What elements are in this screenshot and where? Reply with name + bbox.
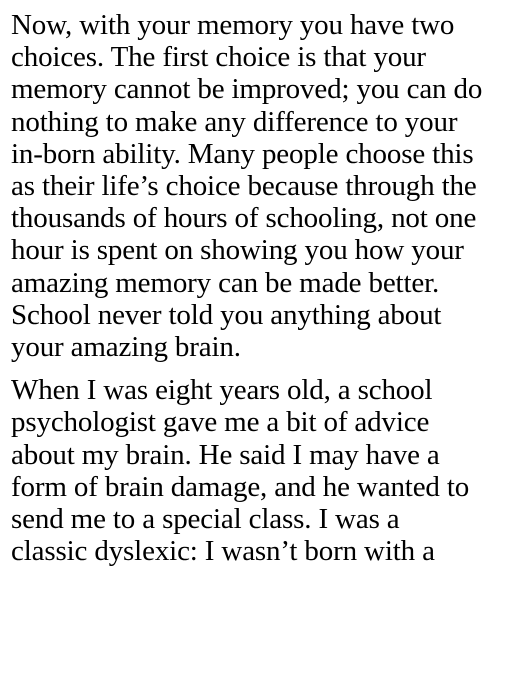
paragraph-memory-choices: Now, with your memory you have two choic… bbox=[11, 9, 519, 363]
text-line: send me to a special class. I was a bbox=[11, 503, 400, 536]
text-line: memory cannot be improved; you can do bbox=[11, 73, 483, 106]
paragraph-childhood-story: When I was eight years old, a school psy… bbox=[11, 374, 519, 567]
text-line: about my brain. He said I may have a bbox=[11, 438, 440, 471]
text-line: thousands of hours of schooling, not one bbox=[11, 202, 477, 235]
text-line: School never told you anything about bbox=[11, 298, 442, 331]
text-line: as their life’s choice because through t… bbox=[11, 170, 477, 203]
document-page: Now, with your memory you have two choic… bbox=[11, 9, 519, 567]
text-line: Now, with your memory you have two bbox=[11, 9, 455, 41]
text-line: amazing memory can be made better. bbox=[11, 266, 440, 299]
text-line: classic dyslexic: I wasn’t born with a bbox=[11, 535, 435, 568]
text-line: form of brain damage, and he wanted to bbox=[11, 470, 470, 503]
text-line: psychologist gave me a bit of advice bbox=[11, 406, 430, 439]
text-line: in-born ability. Many people choose this bbox=[11, 137, 474, 170]
text-line: hour is spent on showing you how your bbox=[11, 234, 464, 267]
text-line: choices. The first choice is that your bbox=[11, 41, 426, 74]
text-line: When I was eight years old, a school bbox=[11, 374, 433, 407]
text-line: nothing to make any difference to your bbox=[11, 105, 458, 138]
text-line: your amazing brain. bbox=[11, 331, 241, 364]
